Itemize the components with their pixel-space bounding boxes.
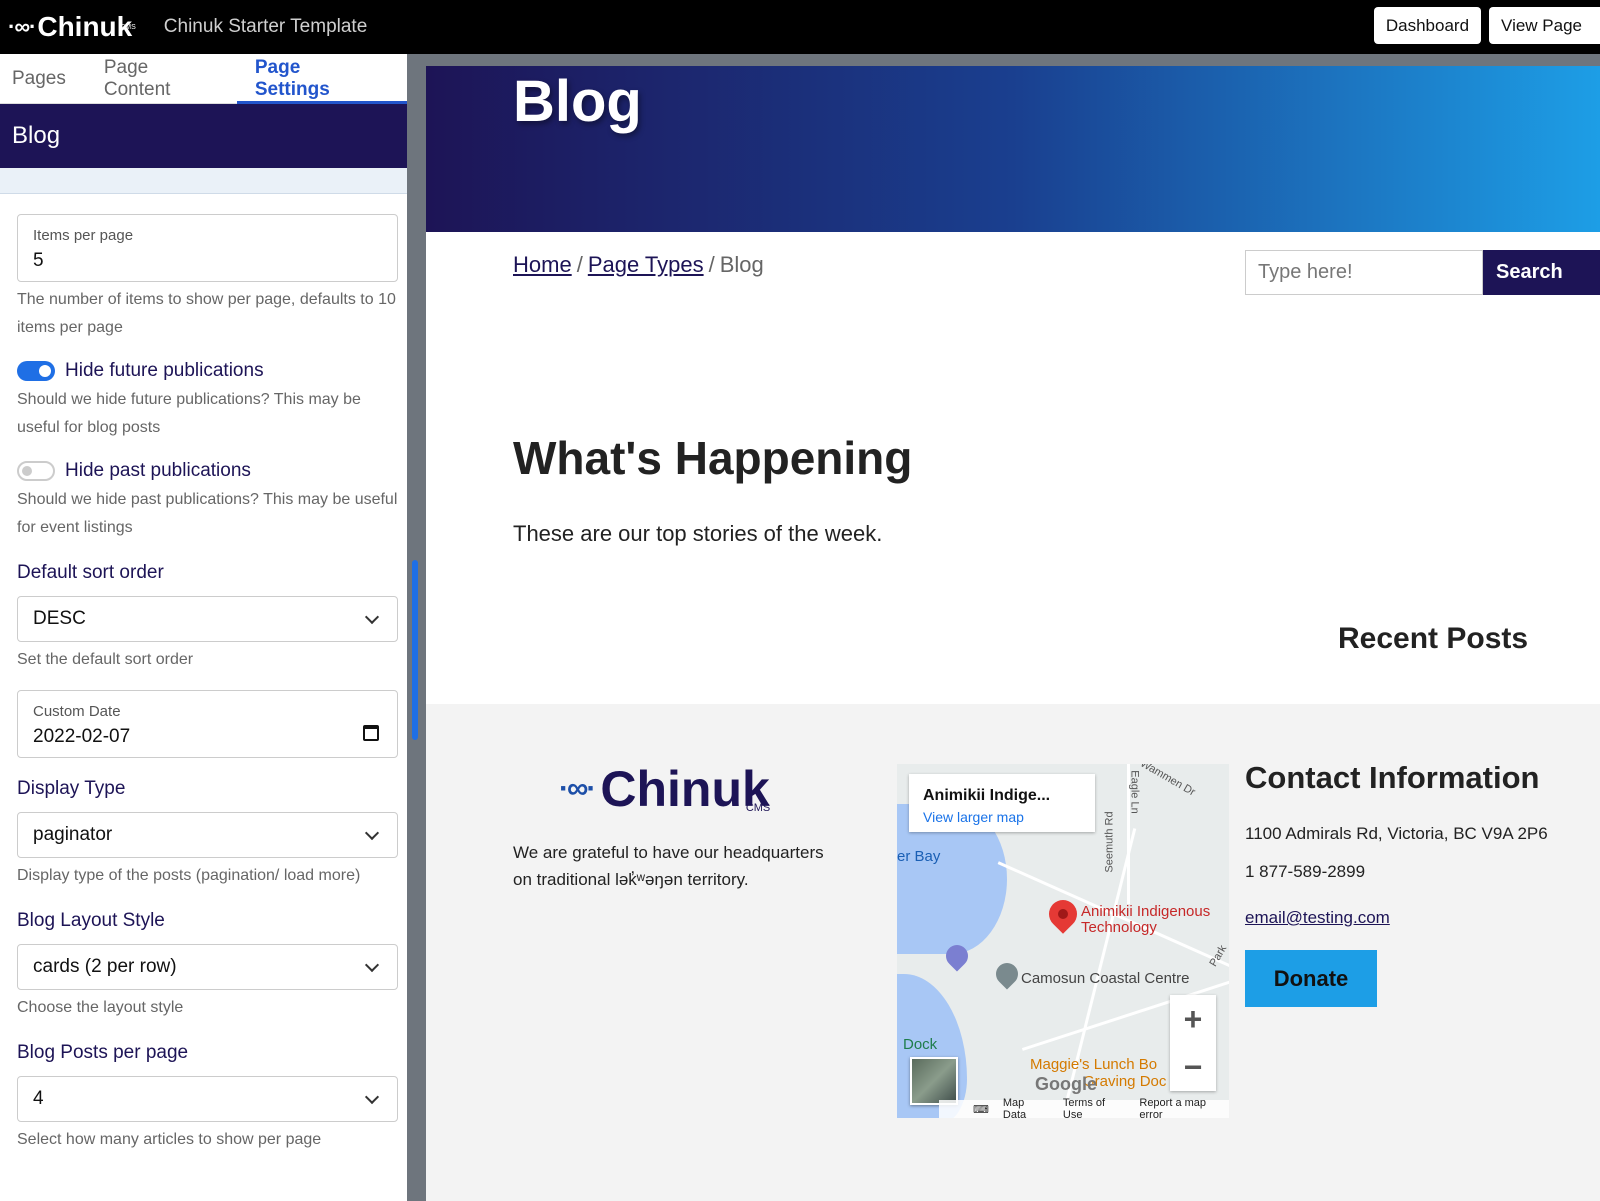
chevron-down-icon — [364, 1089, 380, 1105]
footer-logo-sub: CMS — [745, 802, 771, 814]
tab-page-settings[interactable]: Page Settings — [236, 54, 415, 104]
search-button[interactable]: Search — [1483, 250, 1600, 295]
layout-style-label: Blog Layout Style — [17, 910, 165, 931]
hero-banner: Blog — [426, 66, 1600, 232]
page-heading: What's Happening — [513, 432, 913, 484]
keyboard-icon[interactable]: ⌨ — [973, 1103, 989, 1116]
settings-form: Items per page 5 The number of items to … — [0, 194, 415, 1154]
sidebar-scrollbar[interactable] — [412, 560, 418, 740]
google-logo: Google — [1035, 1074, 1097, 1094]
posts-per-page-help: Select how many articles to show per pag… — [17, 1131, 322, 1148]
map-data-link[interactable]: Map Data — [1003, 1097, 1049, 1118]
site-footer: ·∞· Chinuk CMS We are grateful to have o… — [426, 704, 1600, 1201]
contact-phone: 1 877-589-2899 — [1245, 862, 1366, 881]
settings-sidebar: Pages Page Content Page Settings Blog It… — [0, 54, 415, 1201]
hide-future-label: Hide future publications — [65, 360, 264, 381]
items-per-page-value: 5 — [33, 250, 44, 271]
items-per-page-help: The number of items to show per page, de… — [17, 291, 396, 336]
page-preview: Blog Home / Page Types / Blog Type here! Sea… — [426, 54, 1600, 1201]
map-attribution: ⌨ Map Data Terms of Use Report a map err… — [939, 1097, 1229, 1118]
zoom-in-button[interactable]: + — [1170, 995, 1216, 1043]
breadcrumb-home[interactable]: Home — [513, 252, 572, 277]
sidebar-tabs: Pages Page Content Page Settings — [0, 54, 415, 104]
map-label: Seemuth Rd — [1103, 811, 1116, 873]
hero-title: Blog — [513, 69, 642, 134]
sort-order-label: Default sort order — [17, 562, 164, 583]
breadcrumb-current: Blog — [719, 252, 764, 277]
items-per-page-label: Items per page — [33, 227, 134, 244]
contact-title: Contact Information — [1245, 760, 1540, 795]
sort-order-help: Set the default sort order — [17, 651, 194, 668]
panel-subheader — [0, 168, 415, 194]
sort-order-select[interactable]: DESC — [17, 596, 398, 642]
pin-label: Animikii Indigenous Technology — [1081, 903, 1211, 936]
display-type-label: Display Type — [17, 778, 126, 799]
donate-button[interactable]: Donate — [1245, 950, 1377, 1007]
hide-past-help: Should we hide past publications? This m… — [17, 491, 398, 536]
map-label: Wammen Dr — [1138, 764, 1198, 799]
location-map[interactable]: er Bay Camosun Coastal Centre Dock Maggi… — [897, 764, 1229, 1118]
map-info-card: Animikii Indige... View larger map — [909, 774, 1095, 832]
map-place-name: Animikii Indige... — [923, 787, 1051, 804]
posts-per-page-select[interactable]: 4 — [17, 1076, 398, 1122]
panel-title: Blog — [0, 104, 415, 168]
custom-date-field[interactable]: Custom Date 2022-02-07 — [17, 690, 398, 758]
custom-date-label: Custom Date — [33, 703, 121, 720]
breadcrumb-page-types[interactable]: Page Types — [588, 252, 704, 277]
dashboard-button[interactable]: Dashboard — [1373, 7, 1482, 44]
hide-future-help: Should we hide future publications? This… — [17, 391, 361, 436]
view-larger-map-link[interactable]: View larger map — [923, 809, 1081, 825]
page-lead: These are our top stories of the week. — [513, 521, 883, 546]
contact-email-link[interactable]: email@testing.com — [1245, 908, 1390, 927]
chinuk-logo-icon: ·∞· — [559, 772, 596, 805]
map-label: Dock — [903, 1036, 938, 1053]
place-pin-icon — [991, 958, 1023, 990]
terms-link[interactable]: Terms of Use — [1063, 1097, 1125, 1118]
view-page-button[interactable]: View Page — [1489, 7, 1600, 44]
items-per-page-field[interactable]: Items per page 5 — [17, 214, 398, 282]
map-zoom-control: + − — [1170, 995, 1216, 1091]
hide-future-toggle[interactable] — [17, 361, 55, 381]
layout-style-select[interactable]: cards (2 per row) — [17, 944, 398, 990]
location-pin-icon[interactable] — [1043, 894, 1083, 934]
logo-text: Chinuk — [37, 11, 133, 42]
chevron-down-icon — [364, 609, 380, 625]
custom-date-value: 2022-02-07 — [33, 726, 131, 747]
posts-per-page-label: Blog Posts per page — [17, 1042, 189, 1063]
map-label: Eagle Ln — [1128, 770, 1141, 814]
sort-order-value: DESC — [33, 608, 86, 629]
satellite-toggle[interactable] — [910, 1057, 958, 1105]
land-acknowledgement: We are grateful to have our headquarters… — [513, 843, 824, 889]
site-title: Chinuk Starter Template — [163, 16, 368, 37]
map-label: Maggie's Lunch Bo — [1030, 1056, 1158, 1073]
display-type-value: paginator — [33, 824, 113, 845]
posts-per-page-value: 4 — [33, 1088, 44, 1109]
top-bar: ·∞· Chinuk CMS Chinuk Starter Template D… — [0, 0, 1600, 54]
calendar-icon[interactable] — [363, 725, 379, 741]
report-error-link[interactable]: Report a map error — [1139, 1097, 1229, 1118]
hide-past-label: Hide past publications — [65, 460, 251, 481]
footer-logo-text: Chinuk — [600, 761, 770, 817]
map-label: Camosun Coastal Centre — [1021, 970, 1190, 987]
footer-logo[interactable]: ·∞· Chinuk CMS — [559, 760, 770, 818]
display-type-select[interactable]: paginator — [17, 812, 398, 858]
logo-sub: CMS — [120, 24, 136, 31]
chinuk-logo-icon: ·∞· — [8, 14, 36, 39]
contact-address: 1100 Admirals Rd, Victoria, BC V9A 2P6 — [1245, 824, 1548, 843]
preview-frame-edge — [426, 54, 1600, 66]
app-logo[interactable]: ·∞· Chinuk CMS — [8, 11, 136, 43]
search-input[interactable]: Type here! — [1245, 250, 1483, 295]
chevron-down-icon — [364, 957, 380, 973]
layout-style-value: cards (2 per row) — [33, 956, 177, 977]
recent-posts-heading: Recent Posts — [1338, 622, 1529, 655]
tab-page-content[interactable]: Page Content — [104, 54, 217, 103]
chevron-down-icon — [364, 825, 380, 841]
layout-style-help: Choose the layout style — [17, 999, 184, 1016]
tab-pages[interactable]: Pages — [12, 54, 66, 103]
display-type-help: Display type of the posts (pagination/ l… — [17, 867, 361, 884]
map-label: er Bay — [897, 848, 941, 865]
zoom-out-button[interactable]: − — [1170, 1043, 1216, 1091]
breadcrumb: Home / Page Types / Blog — [513, 252, 764, 277]
hide-past-toggle[interactable] — [17, 461, 55, 481]
